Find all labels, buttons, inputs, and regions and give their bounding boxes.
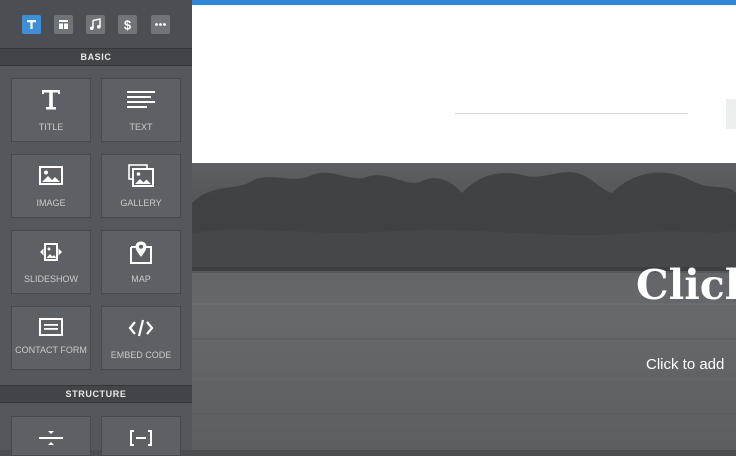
element-label: SLIDESHOW [23, 274, 78, 284]
dollar-tab-icon: $ [124, 18, 132, 33]
header-divider [455, 113, 688, 114]
element-sidebar: $ BASIC TITLE TEXT IMAGE GALLERY SLIDESH… [0, 0, 192, 456]
element-label: MAP [131, 274, 151, 284]
tab-music[interactable] [86, 15, 105, 34]
element-contact-form[interactable]: CONTACT FORM [11, 306, 91, 370]
tab-more[interactable] [151, 15, 170, 34]
gallery-icon [128, 164, 154, 187]
page-header-area[interactable] [192, 5, 736, 163]
title-tab-icon [27, 20, 36, 29]
image-icon [39, 166, 63, 185]
title-icon [42, 90, 60, 110]
element-label: GALLERY [120, 198, 162, 208]
tab-title[interactable] [22, 15, 41, 34]
svg-text:$: $ [124, 18, 132, 33]
element-label: EMBED CODE [110, 350, 172, 360]
header-button-edge[interactable] [726, 99, 736, 129]
element-label: TITLE [38, 122, 64, 132]
element-slideshow[interactable]: SLIDESHOW [11, 230, 91, 294]
banner-title[interactable]: Click [636, 261, 736, 309]
spacer-icon [130, 430, 152, 446]
element-map[interactable]: MAP [101, 230, 181, 294]
contact-form-icon [39, 318, 63, 336]
element-label: CONTACT FORM [15, 345, 87, 355]
more-tab-icon [155, 23, 166, 26]
element-label: TEXT [129, 122, 153, 132]
music-tab-icon [90, 18, 101, 31]
element-image[interactable]: IMAGE [11, 154, 91, 218]
section-header-structure: STRUCTURE [0, 385, 192, 403]
element-spacer[interactable] [101, 416, 181, 456]
element-title[interactable]: TITLE [11, 78, 91, 142]
embed-code-icon [128, 319, 154, 337]
element-text[interactable]: TEXT [101, 78, 181, 142]
slideshow-icon [40, 243, 62, 261]
banner-section[interactable]: Click Click to add [192, 163, 736, 450]
element-divider[interactable] [11, 416, 91, 456]
tab-layout[interactable] [54, 15, 73, 34]
text-icon [127, 91, 155, 108]
banner-subtitle[interactable]: Click to add [646, 356, 724, 373]
element-embed-code[interactable]: EMBED CODE [101, 306, 181, 370]
element-gallery[interactable]: GALLERY [101, 154, 181, 218]
tab-commerce[interactable]: $ [118, 15, 137, 34]
layout-tab-icon [59, 20, 68, 29]
divider-icon [39, 431, 63, 445]
map-icon [130, 241, 152, 264]
sidebar-tab-bar: $ [0, 0, 192, 48]
element-label: IMAGE [36, 198, 66, 208]
section-header-basic: BASIC [0, 48, 192, 66]
